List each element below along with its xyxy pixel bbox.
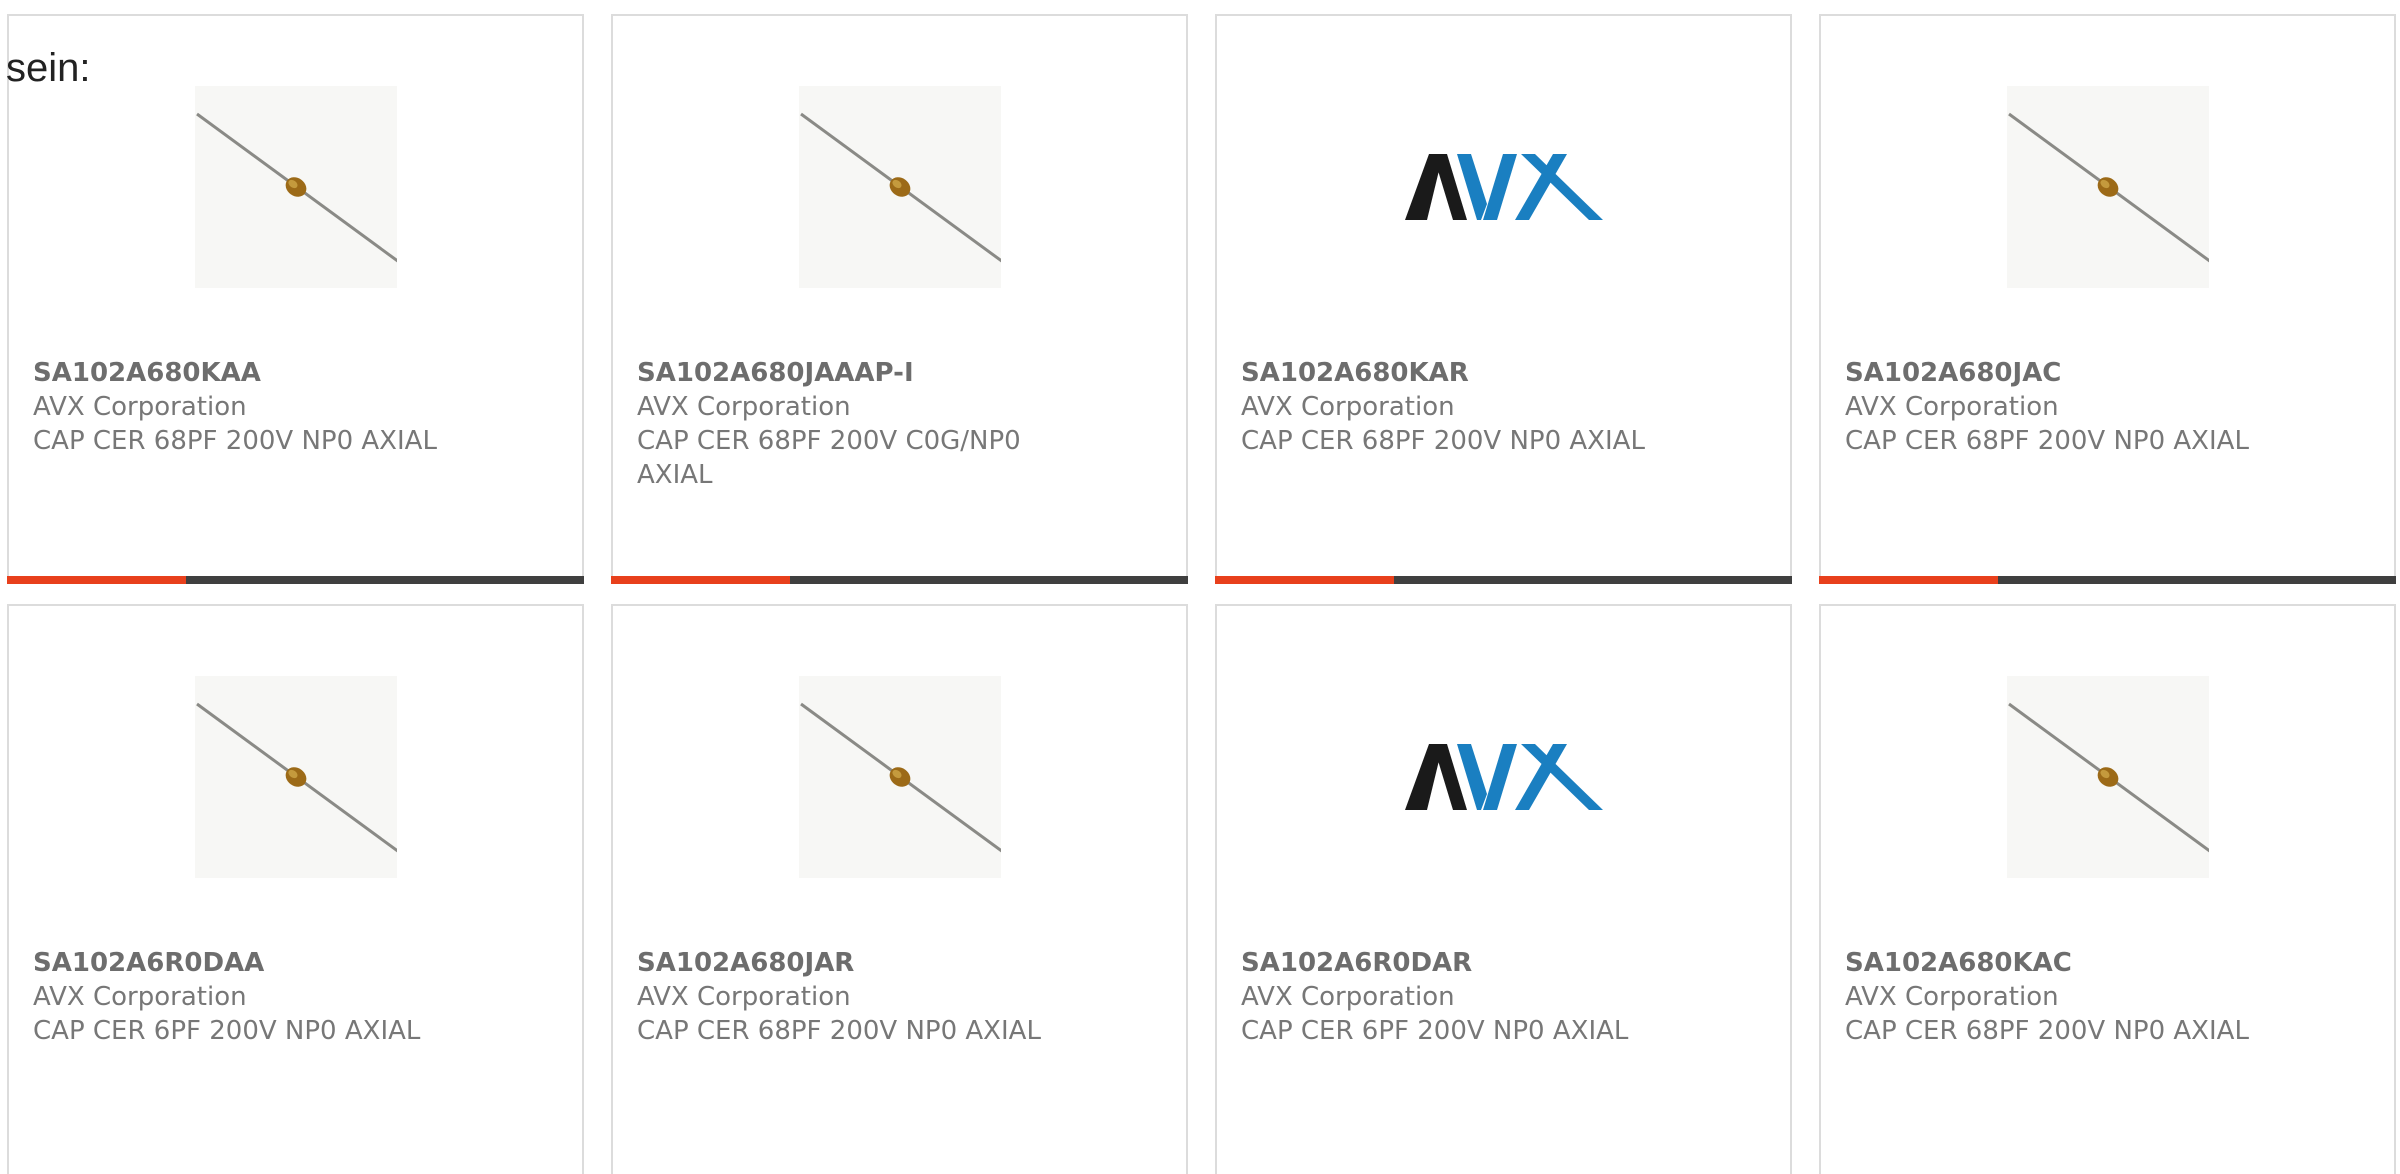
card-progress-bar xyxy=(611,576,1188,584)
part-number-link[interactable]: SA102A680KAR xyxy=(1241,356,1661,390)
product-card[interactable]: SA102A680KAA AVX Corporation CAP CER 68P… xyxy=(7,14,584,584)
manufacturer-name: AVX Corporation xyxy=(637,982,851,1012)
avx-logo-image[interactable] xyxy=(1403,676,1605,878)
product-card[interactable]: SA102A680JAC AVX Corporation CAP CER 68P… xyxy=(1819,14,2396,584)
product-card[interactable]: SA102A6R0DAA AVX Corporation CAP CER 6PF… xyxy=(7,604,584,1174)
product-card[interactable]: SA102A680JAAAP-I AVX Corporation CAP CER… xyxy=(611,14,1188,584)
part-number-link[interactable]: SA102A6R0DAR xyxy=(1241,946,1661,980)
product-info: SA102A680KAR AVX Corporation CAP CER 68P… xyxy=(1241,356,1661,458)
card-progress-fill xyxy=(611,576,790,584)
part-number-link[interactable]: SA102A680JAAAP-I xyxy=(637,356,1057,390)
card-progress-bar xyxy=(7,576,584,584)
card-progress-bar xyxy=(1819,576,2396,584)
product-info: SA102A680KAC AVX Corporation CAP CER 68P… xyxy=(1845,946,2265,1048)
section-heading: sein: xyxy=(6,46,91,90)
product-description: CAP CER 68PF 200V NP0 AXIAL xyxy=(1845,426,2249,456)
product-card[interactable]: SA102A6R0DAR AVX Corporation CAP CER 6PF… xyxy=(1215,604,1792,1174)
part-number-link[interactable]: SA102A680KAA xyxy=(33,356,453,390)
part-number-link[interactable]: SA102A680JAR xyxy=(637,946,1057,980)
axial-capacitor-image[interactable] xyxy=(799,86,1001,288)
part-number-link[interactable]: SA102A680JAC xyxy=(1845,356,2265,390)
manufacturer-name: AVX Corporation xyxy=(637,392,851,422)
product-info: SA102A680JAR AVX Corporation CAP CER 68P… xyxy=(637,946,1057,1048)
part-number-link[interactable]: SA102A6R0DAA xyxy=(33,946,453,980)
product-description: CAP CER 6PF 200V NP0 AXIAL xyxy=(33,1016,421,1046)
manufacturer-name: AVX Corporation xyxy=(1241,392,1455,422)
manufacturer-name: AVX Corporation xyxy=(33,392,247,422)
axial-capacitor-image[interactable] xyxy=(2007,676,2209,878)
manufacturer-name: AVX Corporation xyxy=(1845,392,2059,422)
product-info: SA102A680JAC AVX Corporation CAP CER 68P… xyxy=(1845,356,2265,458)
product-info: SA102A680KAA AVX Corporation CAP CER 68P… xyxy=(33,356,453,458)
card-progress-fill xyxy=(1215,576,1394,584)
product-card[interactable]: SA102A680KAR AVX Corporation CAP CER 68P… xyxy=(1215,14,1792,584)
avx-logo-image[interactable] xyxy=(1403,86,1605,288)
product-description: CAP CER 68PF 200V NP0 AXIAL xyxy=(1845,1016,2249,1046)
card-progress-fill xyxy=(1819,576,1998,584)
product-card[interactable]: SA102A680JAR AVX Corporation CAP CER 68P… xyxy=(611,604,1188,1174)
axial-capacitor-image[interactable] xyxy=(799,676,1001,878)
axial-capacitor-image[interactable] xyxy=(195,86,397,288)
card-progress-bar xyxy=(1215,576,1792,584)
manufacturer-name: AVX Corporation xyxy=(33,982,247,1012)
manufacturer-name: AVX Corporation xyxy=(1241,982,1455,1012)
product-info: SA102A6R0DAA AVX Corporation CAP CER 6PF… xyxy=(33,946,453,1048)
product-description: CAP CER 6PF 200V NP0 AXIAL xyxy=(1241,1016,1629,1046)
card-progress-fill xyxy=(7,576,186,584)
manufacturer-name: AVX Corporation xyxy=(1845,982,2059,1012)
product-description: CAP CER 68PF 200V NP0 AXIAL xyxy=(637,1016,1041,1046)
product-description: CAP CER 68PF 200V NP0 AXIAL xyxy=(33,426,437,456)
part-number-link[interactable]: SA102A680KAC xyxy=(1845,946,2265,980)
axial-capacitor-image[interactable] xyxy=(195,676,397,878)
product-description: CAP CER 68PF 200V C0G/NP0 AXIAL xyxy=(637,426,1021,490)
axial-capacitor-image[interactable] xyxy=(2007,86,2209,288)
product-description: CAP CER 68PF 200V NP0 AXIAL xyxy=(1241,426,1645,456)
product-info: SA102A680JAAAP-I AVX Corporation CAP CER… xyxy=(637,356,1057,492)
product-info: SA102A6R0DAR AVX Corporation CAP CER 6PF… xyxy=(1241,946,1661,1048)
product-card[interactable]: SA102A680KAC AVX Corporation CAP CER 68P… xyxy=(1819,604,2396,1174)
